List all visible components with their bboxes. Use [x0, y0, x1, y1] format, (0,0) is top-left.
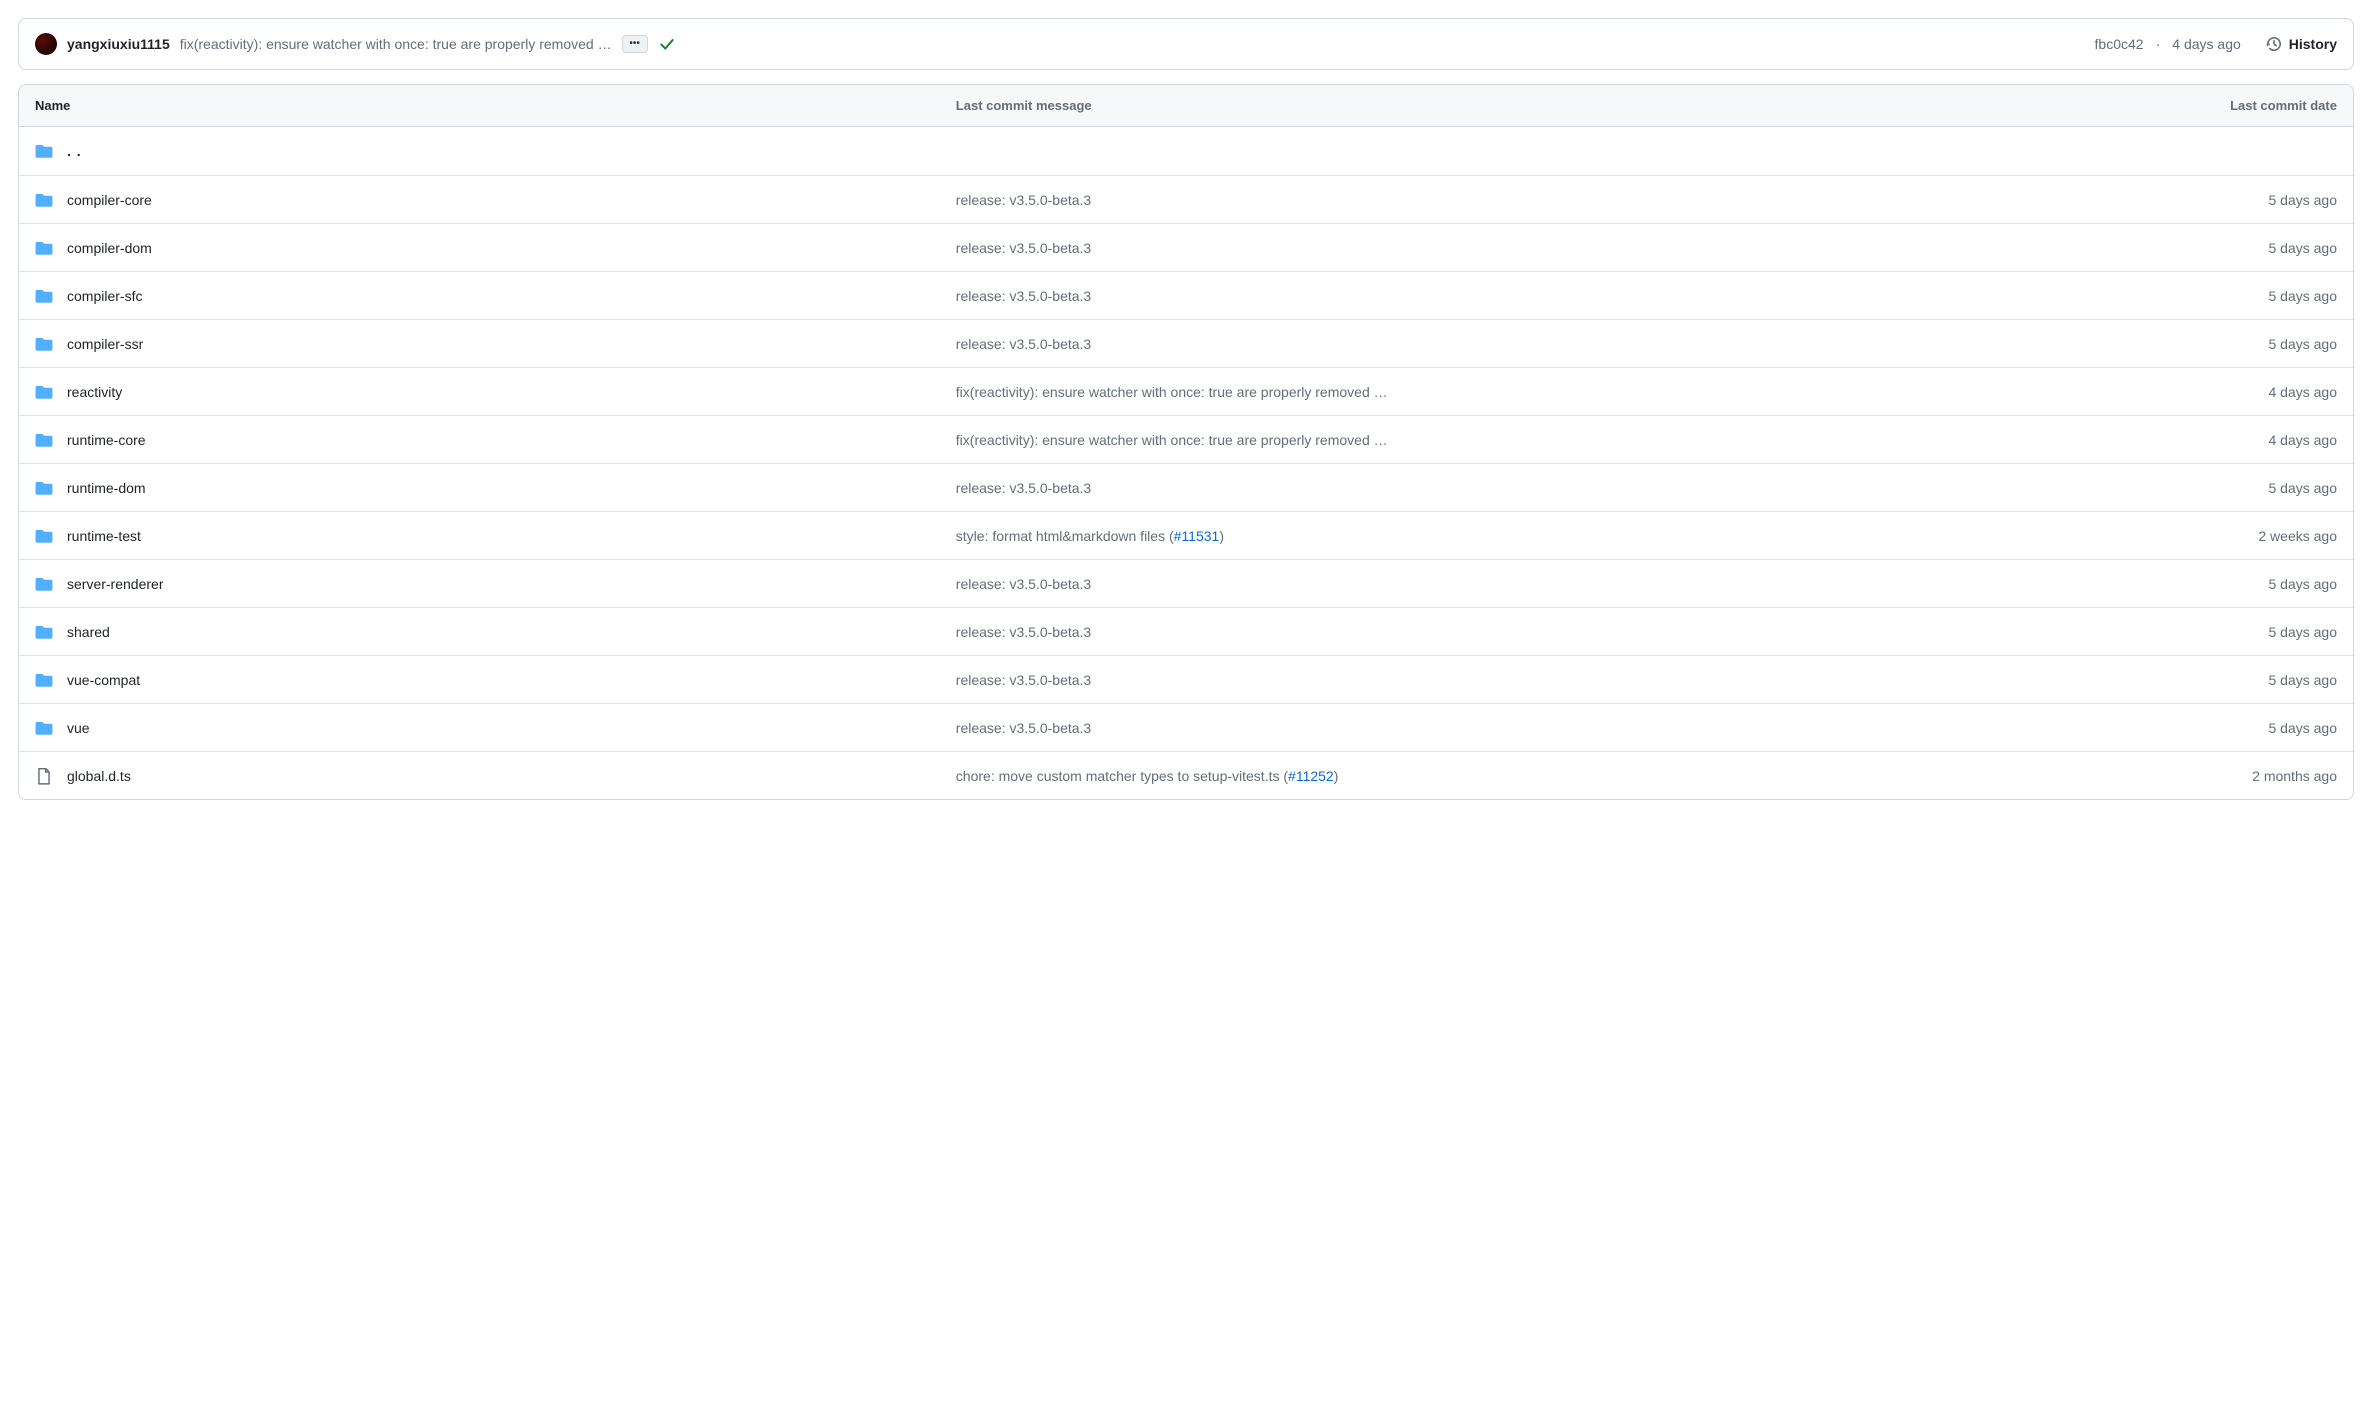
commit-date: 2 weeks ago — [1923, 528, 2337, 544]
folder-icon — [35, 479, 53, 497]
commit-message-link[interactable]: fix(reactivity): ensure watcher with onc… — [956, 432, 1388, 448]
table-row: runtime-core fix(reactivity): ensure watc… — [19, 415, 2353, 463]
commit-message-link[interactable]: release: v3.5.0-beta.3 — [956, 288, 1091, 304]
table-row: compiler-dom release: v3.5.0-beta.3 5 days… — [19, 223, 2353, 271]
commit-message-link[interactable]: release: v3.5.0-beta.3 — [956, 672, 1091, 688]
folder-name-link[interactable]: server-renderer — [67, 576, 163, 592]
history-icon — [2265, 35, 2283, 53]
history-label: History — [2289, 36, 2337, 52]
folder-icon — [35, 671, 53, 689]
commit-date: 5 days ago — [1923, 288, 2337, 304]
commit-message-link[interactable]: release: v3.5.0-beta.3 — [956, 576, 1091, 592]
table-row: reactivity fix(reactivity): ensure watche… — [19, 367, 2353, 415]
commit-date: 5 days ago — [1923, 192, 2337, 208]
table-row: server-renderer release: v3.5.0-beta.3 5 d… — [19, 559, 2353, 607]
avatar[interactable] — [35, 33, 57, 55]
folder-icon — [35, 623, 53, 641]
file-table-body: . . compiler-core release: v3.5.0-beta.3 5… — [19, 127, 2353, 799]
latest-commit-bar: yangxiuxiu1115 fix(reactivity): ensure w… — [18, 18, 2354, 70]
commit-author-link[interactable]: yangxiuxiu1115 — [67, 36, 170, 52]
commit-date: 4 days ago — [1923, 384, 2337, 400]
parent-dir-label: . . — [67, 143, 82, 159]
folder-name-link[interactable]: vue-compat — [67, 672, 140, 688]
folder-name-link[interactable]: shared — [67, 624, 110, 640]
folder-name-link[interactable]: runtime-dom — [67, 480, 146, 496]
folder-name-link[interactable]: compiler-sfc — [67, 288, 142, 304]
file-name-link[interactable]: global.d.ts — [67, 768, 131, 784]
folder-name-link[interactable]: compiler-ssr — [67, 336, 143, 352]
separator: · — [2154, 36, 2163, 52]
folder-icon — [35, 527, 53, 545]
folder-name-link[interactable]: reactivity — [67, 384, 122, 400]
issue-link[interactable]: #11252 — [1288, 768, 1334, 784]
file-icon — [35, 767, 53, 785]
table-row: vue release: v3.5.0-beta.3 5 days ago — [19, 703, 2353, 751]
folder-icon — [35, 431, 53, 449]
commit-message-link[interactable]: release: v3.5.0-beta.3 — [956, 192, 1091, 208]
header-message: Last commit message — [956, 98, 1923, 113]
commit-date: 5 days ago — [1923, 624, 2337, 640]
folder-icon — [35, 575, 53, 593]
commit-date: 5 days ago — [1923, 672, 2337, 688]
commit-message-link[interactable]: fix(reactivity): ensure watcher with onc… — [180, 36, 612, 52]
commit-message-link[interactable]: release: v3.5.0-beta.3 — [956, 336, 1091, 352]
folder-icon — [35, 383, 53, 401]
folder-icon — [35, 191, 53, 209]
folder-name-link[interactable]: compiler-dom — [67, 240, 152, 256]
commit-message-link[interactable]: style: format html&markdown files ( — [956, 528, 1174, 544]
commit-date: 5 days ago — [1923, 480, 2337, 496]
commit-message-link[interactable]: release: v3.5.0-beta.3 — [956, 624, 1091, 640]
commit-message-tail: ) — [1219, 528, 1224, 544]
folder-name-link[interactable]: runtime-test — [67, 528, 141, 544]
folder-icon — [35, 287, 53, 305]
commit-date: 4 days ago — [1923, 432, 2337, 448]
commit-date: 5 days ago — [1923, 336, 2337, 352]
expand-commit-button[interactable]: ••• — [622, 35, 648, 53]
folder-icon — [35, 335, 53, 353]
commit-message-link[interactable]: fix(reactivity): ensure watcher with onc… — [956, 384, 1388, 400]
table-row: runtime-dom release: v3.5.0-beta.3 5 days … — [19, 463, 2353, 511]
commit-message-link[interactable]: chore: move custom matcher types to setu… — [956, 768, 1288, 784]
folder-name-link[interactable]: vue — [67, 720, 90, 736]
commit-date: 5 days ago — [1923, 240, 2337, 256]
table-row: shared release: v3.5.0-beta.3 5 days ago — [19, 607, 2353, 655]
commit-message-tail: ) — [1334, 768, 1339, 784]
folder-icon — [35, 239, 53, 257]
history-button[interactable]: History — [2265, 35, 2337, 53]
table-row: vue-compat release: v3.5.0-beta.3 5 days a… — [19, 655, 2353, 703]
file-table: Name Last commit message Last commit dat… — [18, 84, 2354, 800]
table-row: compiler-sfc release: v3.5.0-beta.3 5 days… — [19, 271, 2353, 319]
commit-sha-link[interactable]: fbc0c42 — [2095, 36, 2144, 52]
table-row: compiler-ssr release: v3.5.0-beta.3 5 days… — [19, 319, 2353, 367]
commit-date: 2 months ago — [1923, 768, 2337, 784]
folder-icon — [35, 142, 53, 160]
check-status-icon[interactable] — [658, 35, 676, 53]
table-row: compiler-core release: v3.5.0-beta.3 5 day… — [19, 175, 2353, 223]
commit-date: 5 days ago — [1923, 576, 2337, 592]
file-table-header: Name Last commit message Last commit dat… — [19, 85, 2353, 127]
folder-name-link[interactable]: runtime-core — [67, 432, 146, 448]
commit-message-link[interactable]: release: v3.5.0-beta.3 — [956, 480, 1091, 496]
commit-reltime: 4 days ago — [2172, 36, 2241, 52]
table-row: global.d.ts chore: move custom matcher ty… — [19, 751, 2353, 799]
header-name: Name — [35, 98, 956, 113]
folder-name-link[interactable]: compiler-core — [67, 192, 152, 208]
commit-message-link[interactable]: release: v3.5.0-beta.3 — [956, 240, 1091, 256]
table-row: runtime-test style: format html&markdown … — [19, 511, 2353, 559]
parent-dir-row[interactable]: . . — [19, 127, 2353, 175]
header-date: Last commit date — [1923, 98, 2337, 113]
commit-message-link[interactable]: release: v3.5.0-beta.3 — [956, 720, 1091, 736]
issue-link[interactable]: #11531 — [1174, 528, 1220, 544]
folder-icon — [35, 719, 53, 737]
commit-date: 5 days ago — [1923, 720, 2337, 736]
